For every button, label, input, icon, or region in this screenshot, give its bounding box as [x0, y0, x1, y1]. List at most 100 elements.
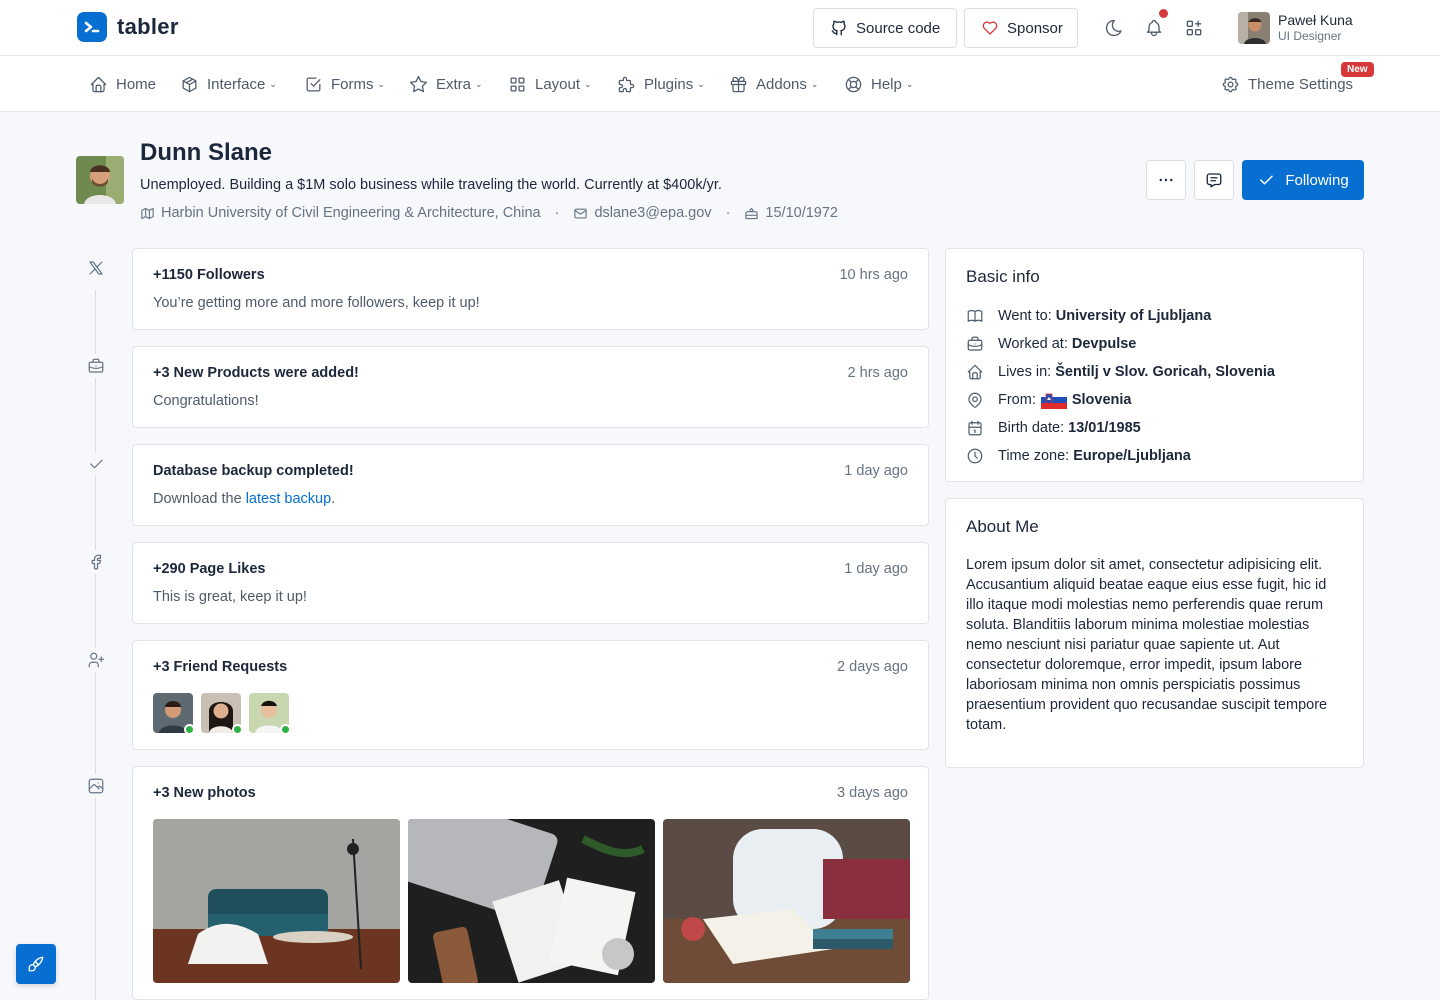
brand-logo[interactable]: tabler	[77, 12, 179, 42]
lifebuoy-icon	[844, 75, 863, 94]
info-row-birth-date: Birth date: 13/01/1985	[966, 419, 1141, 437]
source-code-label: Source code	[856, 19, 941, 37]
bell-icon[interactable]	[1142, 9, 1168, 40]
nav-item-addons[interactable]: Addons ⌄	[729, 72, 818, 96]
info-label: Worked at:	[998, 336, 1068, 352]
timeline-card-followers: +1150 Followers 10 hrs ago You’re gettin…	[132, 248, 929, 330]
source-code-button[interactable]: Source code	[813, 8, 958, 48]
theme-settings-link[interactable]: Theme Settings	[1221, 72, 1353, 96]
timeline-title: +3 New Products were added!	[153, 365, 359, 381]
map-pin-icon	[966, 391, 984, 409]
clock-icon	[966, 447, 984, 465]
friend-avatar[interactable]	[201, 693, 243, 735]
nav-item-layout[interactable]: Layout ⌄	[508, 72, 592, 96]
profile-university: Harbin University of Civil Engineering &…	[161, 205, 541, 221]
user-role: UI Designer	[1278, 29, 1342, 43]
about-me-title: About Me	[966, 517, 1039, 536]
nav-item-help[interactable]: Help ⌄	[844, 72, 913, 96]
apps-icon[interactable]	[1182, 16, 1206, 40]
puzzle-icon	[617, 75, 636, 94]
timeline-time: 1 day ago	[844, 463, 908, 479]
settings-icon	[1221, 75, 1240, 94]
nav-label: Plugins	[644, 75, 694, 93]
profile-name: Dunn Slane	[140, 139, 273, 166]
chevron-down-icon: ⌄	[584, 78, 592, 89]
timeline-card-friend-requests: +3 Friend Requests 2 days ago	[132, 640, 929, 750]
nav-item-forms[interactable]: Forms ⌄	[304, 72, 385, 96]
theme-settings-label: Theme Settings	[1248, 75, 1354, 93]
timeline-title: +1150 Followers	[153, 267, 265, 283]
latest-backup-link[interactable]: latest backup	[246, 491, 331, 507]
profile-birthday: 15/10/1972	[765, 205, 838, 221]
nav-label: Addons	[756, 75, 807, 93]
timeline-card-products: +3 New Products were added! 2 hrs ago Co…	[132, 346, 929, 428]
timeline-line	[95, 290, 96, 1000]
package-icon	[180, 75, 199, 94]
online-indicator	[280, 724, 291, 735]
gift-icon	[729, 75, 748, 94]
profile-bio: Unemployed. Building a $1M solo business…	[140, 177, 722, 193]
user-menu[interactable]: Paweł Kuna UI Designer	[1238, 12, 1353, 44]
following-label: Following	[1285, 171, 1349, 189]
info-label: Birth date:	[998, 420, 1065, 436]
nav-item-plugins[interactable]: Plugins ⌄	[617, 72, 705, 96]
checkbox-icon	[304, 75, 323, 94]
top-header: tabler Source code Sponsor Paweł Kuna UI…	[0, 0, 1440, 56]
map-icon	[140, 206, 155, 221]
nav-item-home[interactable]: Home	[89, 72, 156, 96]
profile-email[interactable]: dslane3@epa.gov	[594, 205, 711, 221]
timeline-title: +3 Friend Requests	[153, 659, 288, 675]
chevron-down-icon: ⌄	[475, 78, 483, 89]
profile-avatar	[76, 156, 124, 204]
timeline-text-prefix: Download the	[153, 491, 246, 507]
message-button[interactable]	[1194, 160, 1234, 200]
info-value: 13/01/1985	[1068, 420, 1141, 436]
following-button[interactable]: Following	[1242, 160, 1364, 200]
photo-icon	[84, 774, 108, 798]
nav-label: Extra	[436, 75, 472, 93]
photo-reading[interactable]	[663, 819, 910, 983]
more-options-button[interactable]	[1146, 160, 1186, 200]
timeline-time: 1 day ago	[844, 561, 908, 577]
slovenia-flag-icon	[1040, 391, 1067, 409]
user-name: Paweł Kuna	[1278, 12, 1353, 28]
nav-item-interface[interactable]: Interface ⌄	[180, 72, 277, 96]
photo-gallery	[153, 819, 910, 983]
sponsor-button[interactable]: Sponsor	[964, 8, 1078, 48]
profile-meta: Harbin University of Civil Engineering &…	[140, 205, 838, 221]
calendar-icon	[966, 419, 984, 437]
star-icon	[409, 75, 428, 94]
brand-name: tabler	[117, 14, 179, 39]
github-icon	[830, 19, 848, 37]
info-label: Time zone:	[998, 448, 1070, 464]
timeline-time: 2 hrs ago	[847, 365, 908, 381]
timeline-text: Download the latest backup.	[153, 491, 335, 507]
timeline-text: Congratulations!	[153, 393, 259, 409]
info-value: Europe/Ljubljana	[1073, 448, 1191, 464]
nav-label: Forms	[331, 75, 374, 93]
friend-avatar[interactable]	[249, 693, 291, 735]
theme-customizer-button[interactable]	[16, 944, 56, 984]
timeline-time: 2 days ago	[837, 659, 908, 675]
photo-desk[interactable]	[408, 819, 655, 983]
sponsor-label: Sponsor	[1007, 19, 1063, 37]
avatar	[1238, 12, 1270, 44]
online-indicator	[232, 724, 243, 735]
moon-icon[interactable]	[1102, 16, 1126, 40]
mail-icon	[573, 206, 588, 221]
nav-item-extra[interactable]: Extra ⌄	[409, 72, 483, 96]
about-me-text: Lorem ipsum dolor sit amet, consectetur …	[966, 557, 1328, 733]
info-row-time-zone: Time zone: Europe/Ljubljana	[966, 447, 1191, 465]
nav-label: Layout	[535, 75, 581, 93]
chevron-down-icon: ⌄	[697, 78, 705, 89]
nav-label: Help	[871, 75, 902, 93]
meta-separator: ·	[725, 205, 731, 221]
info-value: Devpulse	[1071, 336, 1137, 352]
timeline-card-likes: +290 Page Likes 1 day ago This is great,…	[132, 542, 929, 624]
chevron-down-icon: ⌄	[269, 78, 277, 89]
photo-sofa[interactable]	[153, 819, 400, 983]
book-icon	[966, 307, 984, 325]
basic-info-card: Basic info Went to: University of Ljublj…	[945, 248, 1364, 482]
friend-avatar[interactable]	[153, 693, 195, 735]
info-label: From:	[998, 392, 1036, 408]
